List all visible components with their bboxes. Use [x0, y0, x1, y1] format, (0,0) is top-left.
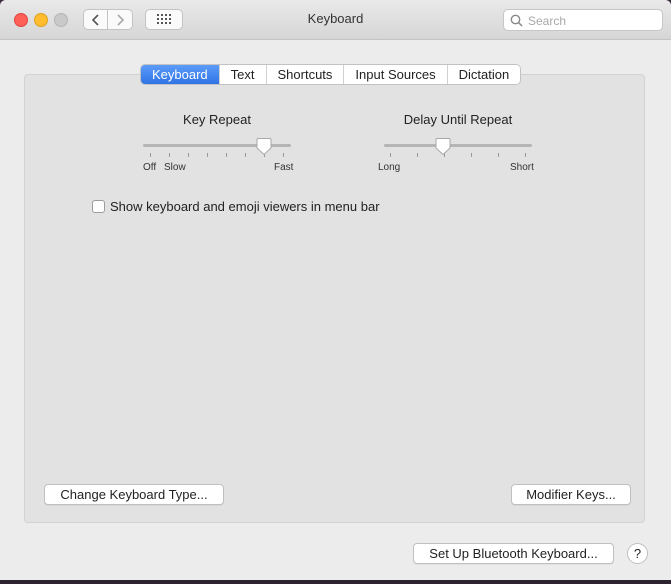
search-input[interactable] [526, 12, 660, 30]
key-repeat-tick [169, 153, 170, 157]
delay-until-repeat-track[interactable] [384, 144, 532, 147]
delay-tick [417, 153, 418, 157]
delay-tick [390, 153, 391, 157]
delay-until-repeat-title: Delay Until Repeat [403, 112, 513, 127]
tab-bar: Keyboard Text Shortcuts Input Sources Di… [140, 64, 522, 85]
delay-tick [498, 153, 499, 157]
key-repeat-tick [245, 153, 246, 157]
tab-keyboard[interactable]: Keyboard [141, 65, 219, 84]
key-repeat-off-label: Off [143, 162, 157, 173]
keyboard-settings-panel [24, 74, 645, 523]
help-button[interactable]: ? [627, 543, 648, 564]
change-keyboard-type-button[interactable]: Change Keyboard Type... [44, 484, 224, 505]
key-repeat-slider-knob[interactable] [256, 137, 272, 156]
title-bar: Keyboard [0, 0, 671, 40]
tab-shortcuts[interactable]: Shortcuts [265, 65, 344, 84]
delay-long-label: Long [378, 162, 401, 173]
emoji-viewers-label[interactable]: Show keyboard and emoji viewers in menu … [110, 199, 380, 214]
desktop-background [0, 580, 671, 584]
emoji-viewers-checkbox[interactable] [92, 200, 105, 213]
key-repeat-tick [226, 153, 227, 157]
delay-tick [525, 153, 526, 157]
tab-input-sources[interactable]: Input Sources [343, 65, 447, 84]
key-repeat-tick [207, 153, 208, 157]
key-repeat-title: Key Repeat [183, 112, 251, 127]
key-repeat-tick [283, 153, 284, 157]
set-up-bluetooth-keyboard-button[interactable]: Set Up Bluetooth Keyboard... [413, 543, 614, 564]
delay-until-repeat-slider-knob[interactable] [435, 137, 451, 156]
preferences-window: Keyboard Keyboard Text Shortcuts Input S… [0, 0, 671, 580]
key-repeat-tick [188, 153, 189, 157]
tab-dictation[interactable]: Dictation [446, 65, 521, 84]
key-repeat-fast-label: Fast [274, 162, 294, 173]
delay-short-label: Short [510, 162, 534, 173]
key-repeat-slow-label: Slow [164, 162, 186, 173]
tab-text[interactable]: Text [218, 65, 266, 84]
delay-tick [471, 153, 472, 157]
key-repeat-tick [150, 153, 151, 157]
search-field[interactable] [503, 9, 663, 31]
modifier-keys-button[interactable]: Modifier Keys... [511, 484, 631, 505]
search-icon [510, 14, 523, 27]
